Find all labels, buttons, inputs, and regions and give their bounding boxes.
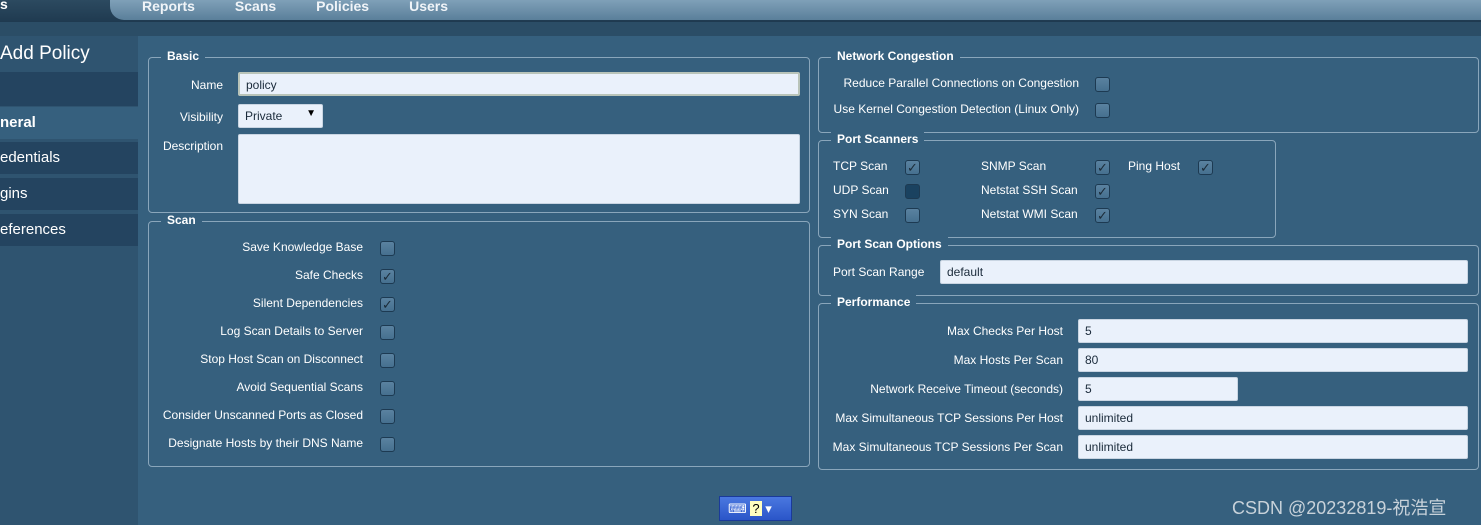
performance-label: Max Simultaneous TCP Sessions Per Host xyxy=(835,411,1063,425)
check-icon: ✓ xyxy=(382,297,393,312)
visibility-select[interactable]: Private ▼ xyxy=(238,104,323,128)
dropdown-arrow-icon: ▼ xyxy=(306,108,316,119)
performance-input[interactable]: 80 xyxy=(1078,348,1468,372)
port-scanner-label: Ping Host xyxy=(1128,159,1181,173)
basic-section: Basic Name policy Visibility Private ▼ De… xyxy=(148,49,810,213)
checkbox[interactable] xyxy=(1095,103,1110,118)
port-scan-range-label: Port Scan Range xyxy=(833,265,925,279)
check-icon: ✓ xyxy=(1097,208,1108,223)
performance-label: Max Simultaneous TCP Sessions Per Scan xyxy=(832,440,1063,454)
network-congestion-section: Network Congestion Reduce Parallel Conne… xyxy=(818,49,1479,133)
check-icon: ✓ xyxy=(382,269,393,284)
scan-legend: Scan xyxy=(161,213,202,227)
port-scanner-label: Netstat SSH Scan xyxy=(981,183,1078,197)
scan-option-label: Save Knowledge Base xyxy=(242,240,363,254)
checkbox[interactable] xyxy=(380,437,395,452)
help-icon[interactable]: ? xyxy=(750,501,762,516)
performance-label: Max Hosts Per Scan xyxy=(953,353,1063,367)
page-title: Add Policy xyxy=(0,43,90,64)
sidebar-item-credentials[interactable]: edentials xyxy=(0,142,138,174)
top-bar: s Reports Scans Policies Users xyxy=(0,0,1481,22)
check-icon: ✓ xyxy=(1200,160,1211,175)
performance-input[interactable]: unlimited xyxy=(1078,435,1468,459)
port-scanners-section: Port Scanners TCP Scan ✓ UDP Scan SYN Scan S… xyxy=(818,132,1276,238)
name-input[interactable]: policy xyxy=(238,72,800,96)
checkbox-checked[interactable]: ✓ xyxy=(380,269,395,284)
scan-option-label: Avoid Sequential Scans xyxy=(236,380,363,394)
checkbox-checked[interactable]: ✓ xyxy=(1198,160,1213,175)
checkbox[interactable] xyxy=(380,353,395,368)
port-scanner-label: SNMP Scan xyxy=(981,159,1047,173)
checkbox-checked[interactable]: ✓ xyxy=(1095,160,1110,175)
sidebar-item-plugins[interactable]: gins xyxy=(0,178,138,210)
nav-tabs: Reports Scans Policies Users xyxy=(110,0,1481,20)
checkbox-checked[interactable]: ✓ xyxy=(905,160,920,175)
description-label: Description xyxy=(162,139,223,153)
visibility-label: Visibility xyxy=(179,110,223,124)
performance-input[interactable]: 5 xyxy=(1078,377,1238,401)
port-scanner-label: Netstat WMI Scan xyxy=(981,207,1078,221)
tab-scans[interactable]: Scans xyxy=(235,0,276,20)
port-scanners-legend: Port Scanners xyxy=(831,132,925,146)
header-band xyxy=(0,22,1481,36)
scan-option-label: Log Scan Details to Server xyxy=(220,324,363,338)
scan-option-label: Silent Dependencies xyxy=(252,296,363,310)
port-scan-options-section: Port Scan Options Port Scan Range defaul… xyxy=(818,237,1479,296)
sidebar-item-blank[interactable] xyxy=(0,72,138,106)
scan-option-label: Consider Unscanned Ports as Closed xyxy=(162,408,363,422)
checkbox[interactable] xyxy=(380,325,395,340)
port-scanner-label: UDP Scan xyxy=(833,183,889,197)
basic-legend: Basic xyxy=(161,49,206,63)
checkbox-checked[interactable]: ✓ xyxy=(1095,208,1110,223)
performance-label: Network Receive Timeout (seconds) xyxy=(870,382,1063,396)
congestion-option-label: Use Kernel Congestion Detection (Linux O… xyxy=(833,102,1079,116)
scan-option-label: Stop Host Scan on Disconnect xyxy=(200,352,363,366)
checkbox[interactable] xyxy=(380,409,395,424)
check-icon: ✓ xyxy=(1097,184,1108,199)
congestion-option-label: Reduce Parallel Connections on Congestio… xyxy=(843,76,1079,90)
performance-input[interactable]: 5 xyxy=(1078,319,1468,343)
performance-section: Performance Max Checks Per Host 5 Max Host… xyxy=(818,295,1479,470)
scan-option-label: Safe Checks xyxy=(294,268,363,282)
tab-reports[interactable]: Reports xyxy=(142,0,195,20)
minimize-icon[interactable]: ▾ xyxy=(765,501,772,516)
checkbox-checked[interactable]: ✓ xyxy=(380,297,395,312)
performance-input[interactable]: unlimited xyxy=(1078,406,1468,430)
brand: s xyxy=(0,0,8,12)
name-label: Name xyxy=(190,78,223,92)
sidebar-item-general[interactable]: neral xyxy=(0,107,138,139)
port-scanner-label: SYN Scan xyxy=(833,207,889,221)
check-icon: ✓ xyxy=(1097,160,1108,175)
checkbox[interactable] xyxy=(1095,77,1110,92)
port-scan-range-input[interactable]: default xyxy=(940,260,1468,284)
visibility-value: Private xyxy=(245,109,283,123)
performance-legend: Performance xyxy=(831,295,917,309)
checkbox-checked[interactable]: ✓ xyxy=(1095,184,1110,199)
scan-option-label: Designate Hosts by their DNS Name xyxy=(168,436,363,450)
port-scan-options-legend: Port Scan Options xyxy=(831,237,948,251)
sidebar-item-preferences[interactable]: eferences xyxy=(0,214,138,246)
watermark: CSDN @20232819-祝浩宣 xyxy=(1232,498,1447,518)
check-icon: ✓ xyxy=(907,160,918,175)
checkbox[interactable] xyxy=(905,184,920,199)
performance-label: Max Checks Per Host xyxy=(946,324,1063,338)
checkbox[interactable] xyxy=(905,208,920,223)
description-input[interactable] xyxy=(238,134,800,204)
checkbox[interactable] xyxy=(380,381,395,396)
tab-users[interactable]: Users xyxy=(409,0,448,20)
checkbox[interactable] xyxy=(380,241,395,256)
scan-section: Scan Save Knowledge Base Safe Checks ✓ Sile… xyxy=(148,213,810,467)
tab-policies[interactable]: Policies xyxy=(316,0,369,20)
port-scanner-label: TCP Scan xyxy=(833,159,888,173)
keyboard-icon[interactable]: ⌨ xyxy=(728,501,747,516)
language-bar[interactable]: ⌨ ? ▾ xyxy=(719,496,792,521)
network-congestion-legend: Network Congestion xyxy=(831,49,960,63)
